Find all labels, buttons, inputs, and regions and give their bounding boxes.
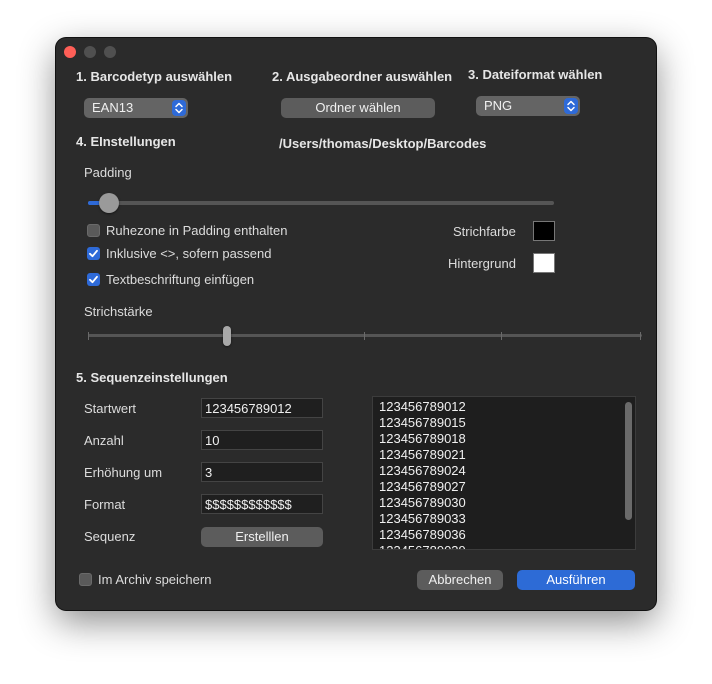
chevron-up-down-icon [172, 100, 186, 116]
section-title-settings: 4. EInstellungen [76, 134, 176, 149]
start-value-input[interactable]: 123456789012 [201, 398, 323, 418]
cancel-button[interactable]: Abbrechen [417, 570, 503, 590]
increment-label: Erhöhung um [84, 465, 163, 480]
barcode-type-select[interactable]: EAN13 [84, 98, 188, 118]
background-color-well[interactable] [533, 253, 555, 273]
format-input[interactable]: $$$$$$$$$$$$ [201, 494, 323, 514]
archive-checkbox[interactable] [79, 573, 92, 586]
count-label: Anzahl [84, 433, 124, 448]
main-window: 1. Barcodetyp auswählen 2. Ausgabeordner… [56, 38, 656, 610]
list-item[interactable]: 123456789030 [373, 495, 635, 511]
list-item[interactable]: 123456789021 [373, 447, 635, 463]
section-title-output-folder: 2. Ausgabeordner auswählen [272, 69, 453, 84]
list-item[interactable]: 123456789012 [373, 399, 635, 415]
chevron-up-down-icon [564, 98, 578, 114]
padding-slider-track[interactable] [88, 201, 554, 205]
quiet-zone-label: Ruhezone in Padding enthalten [106, 223, 288, 238]
include-brackets-label: Inklusive <>, sofern passend [106, 246, 272, 261]
section-title-sequence: 5. Sequenzeinstellungen [76, 370, 228, 385]
stroke-width-label: Strichstärke [84, 304, 153, 319]
slider-tick [501, 332, 502, 340]
list-item[interactable]: 123456789018 [373, 431, 635, 447]
stroke-width-slider-track[interactable] [88, 334, 642, 337]
section-title-barcode-type: 1. Barcodetyp auswählen [76, 69, 233, 84]
quiet-zone-checkbox[interactable] [87, 224, 100, 237]
file-format-value: PNG [484, 98, 513, 113]
text-label-checkbox[interactable] [87, 273, 100, 286]
archive-label: Im Archiv speichern [98, 572, 212, 587]
list-item[interactable]: 123456789036 [373, 527, 635, 543]
padding-slider-knob[interactable] [99, 193, 119, 213]
list-item[interactable]: 123456789033 [373, 511, 635, 527]
bar-color-well[interactable] [533, 221, 555, 241]
sequence-label: Sequenz [84, 529, 136, 544]
list-item[interactable]: 123456789027 [373, 479, 635, 495]
background-color-label: Hintergrund [448, 256, 516, 271]
list-item[interactable]: 123456789039 [373, 543, 635, 549]
slider-tick [364, 332, 365, 340]
checkmark-icon [89, 275, 98, 284]
zoom-window-button[interactable] [104, 46, 116, 58]
list-item[interactable]: 123456789015 [373, 415, 635, 431]
close-window-button[interactable] [64, 46, 76, 58]
list-scrollbar-thumb[interactable] [625, 402, 632, 520]
padding-label: Padding [84, 165, 132, 180]
start-value-label: Startwert [84, 401, 137, 416]
sequence-list[interactable]: 123456789012 123456789015 123456789018 1… [372, 396, 636, 550]
minimize-window-button[interactable] [84, 46, 96, 58]
barcode-type-value: EAN13 [92, 100, 134, 115]
count-input[interactable]: 10 [201, 430, 323, 450]
slider-tick [88, 332, 89, 340]
format-label: Format [84, 497, 126, 512]
increment-input[interactable]: 3 [201, 462, 323, 482]
run-button[interactable]: Ausführen [517, 570, 635, 590]
bar-color-label: Strichfarbe [453, 224, 516, 239]
slider-tick [640, 332, 641, 340]
include-brackets-checkbox[interactable] [87, 247, 100, 260]
create-sequence-button[interactable]: Erstelllen [201, 527, 323, 547]
text-label-label: Textbeschriftung einfügen [106, 272, 255, 287]
output-path: /Users/thomas/Desktop/Barcodes [279, 136, 487, 151]
checkmark-icon [89, 249, 98, 258]
list-item[interactable]: 123456789024 [373, 463, 635, 479]
section-title-file-format: 3. Dateiformat wählen [468, 67, 603, 82]
choose-folder-button[interactable]: Ordner wählen [281, 98, 435, 118]
file-format-select[interactable]: PNG [476, 96, 580, 116]
stroke-width-slider-knob[interactable] [223, 326, 231, 346]
